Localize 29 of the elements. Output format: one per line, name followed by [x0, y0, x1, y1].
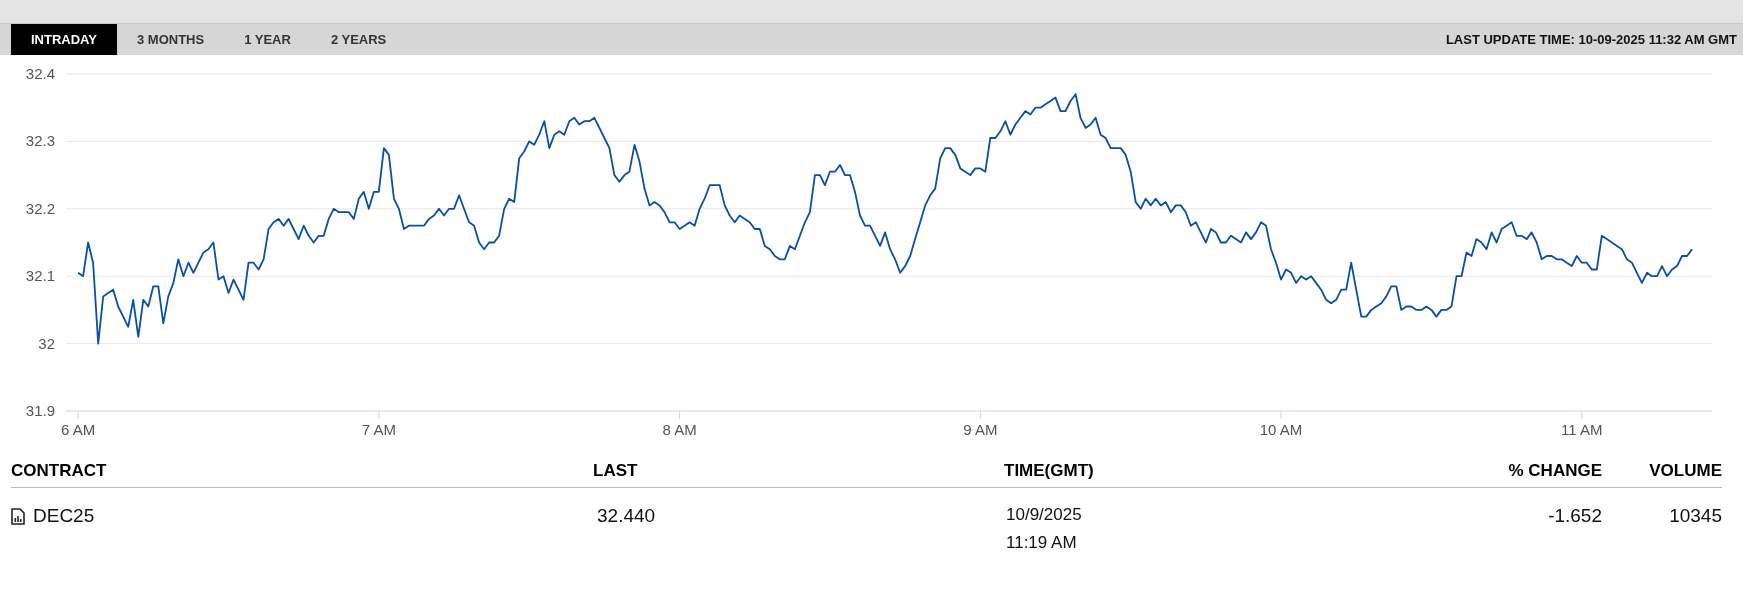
y-tick-label: 32	[38, 334, 55, 352]
x-tick-label: 6 AM	[61, 421, 96, 438]
column-header: TIME(GMT)	[1004, 460, 1095, 481]
y-tick-label: 32.2	[25, 199, 55, 217]
column-header: % CHANGE	[1508, 460, 1602, 481]
y-tick-label: 32.1	[25, 267, 55, 285]
table-cell-text: 10/9/2025	[1006, 505, 1083, 525]
x-tick-label: 7 AM	[361, 421, 396, 438]
last-update-time: LAST UPDATE TIME: 10-09-2025 11:32 AM GMT	[1445, 32, 1737, 47]
range-tab[interactable]: INTRADAY	[11, 24, 117, 55]
column-header: CONTRACT	[11, 460, 108, 481]
x-tick-label: 9 AM	[963, 421, 998, 438]
x-tick-label: 8 AM	[662, 421, 697, 438]
range-tab[interactable]: 3 MONTHS	[117, 24, 225, 55]
y-tick-label: 32.3	[25, 132, 55, 150]
range-tab[interactable]: 2 YEARS	[310, 24, 407, 55]
column-header: VOLUME	[1649, 460, 1722, 481]
table-cell-text: 10345	[1668, 505, 1722, 527]
x-tick-label: 10 AM	[1259, 421, 1303, 438]
contract-link[interactable]: DEC25	[33, 505, 95, 527]
column-header: LAST	[593, 460, 639, 481]
x-tick-label: 11 AM	[1561, 421, 1603, 438]
document-chart-icon	[11, 507, 25, 525]
table-cell-text: 11:19 AM	[1006, 533, 1078, 553]
table-cell-text: 32.440	[596, 505, 657, 527]
table-cell-text: -1.652	[1547, 505, 1602, 527]
y-tick-label: 31.9	[25, 402, 55, 419]
range-tab[interactable]: 1 YEAR	[224, 24, 311, 55]
y-tick-label: 32.4	[25, 65, 55, 82]
